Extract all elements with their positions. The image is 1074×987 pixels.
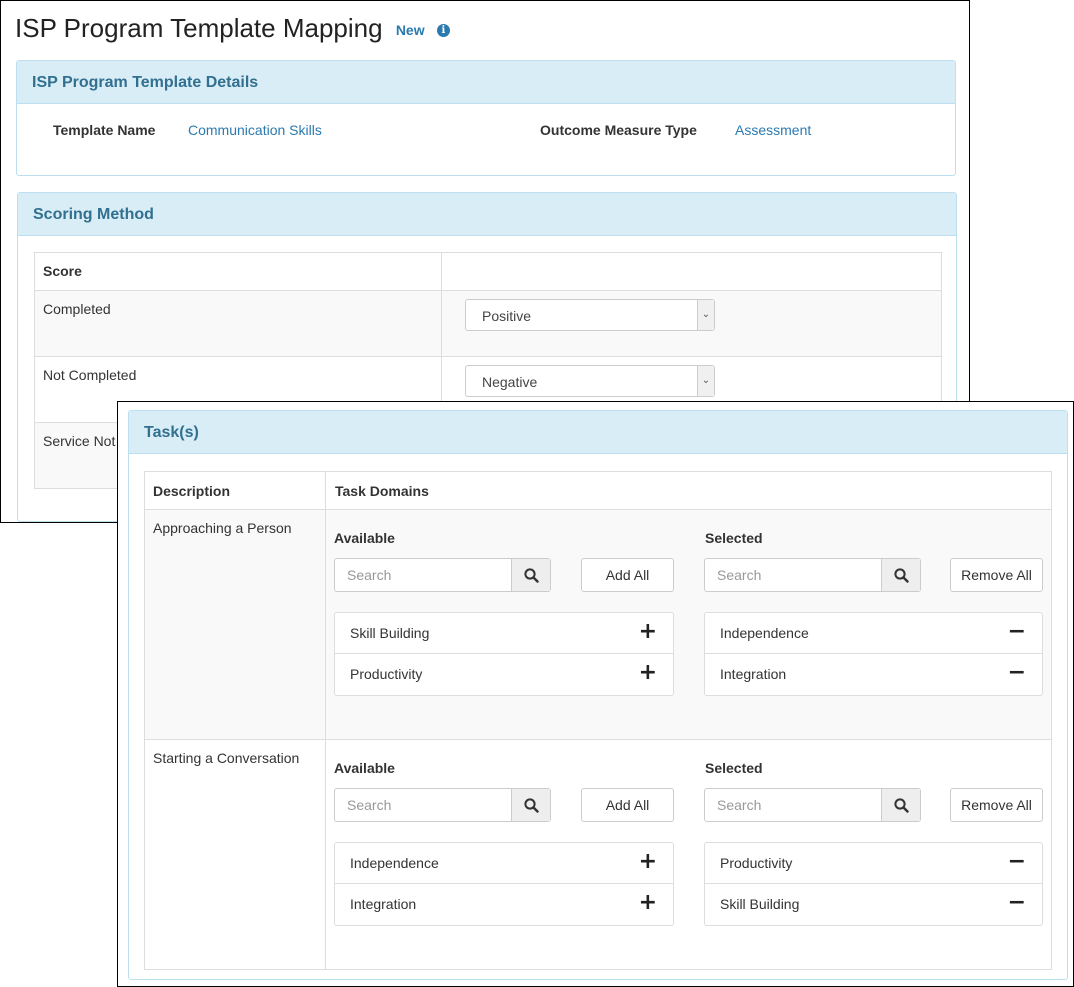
domain-label: Independence	[720, 625, 809, 641]
available-domain-item[interactable]: Skill Building +	[334, 612, 674, 654]
domain-label: Skill Building	[720, 896, 800, 912]
domain-label: Productivity	[350, 666, 423, 682]
new-badge: New	[395, 22, 425, 39]
template-name-value[interactable]: Communication Skills	[188, 122, 322, 138]
minus-icon[interactable]: −	[1008, 661, 1026, 685]
plus-icon[interactable]: +	[639, 661, 657, 685]
chevron-down-icon: ⌄	[697, 366, 714, 396]
task-description: Starting a Conversation	[153, 750, 300, 766]
description-column-header: Description	[153, 483, 231, 499]
selected-search-button[interactable]	[881, 559, 920, 591]
domain-label: Integration	[350, 896, 417, 912]
outcome-measure-type-label: Outcome Measure Type	[540, 122, 697, 138]
tasks-panel: Task(s) Description Task Domains Approac…	[128, 410, 1068, 980]
add-all-button[interactable]: Add All	[581, 788, 674, 822]
available-domain-item[interactable]: Integration +	[334, 884, 674, 926]
available-search-group	[334, 558, 551, 592]
page-title: ISP Program Template Mapping New i	[15, 13, 450, 44]
completed-score-select[interactable]: Positive ⌄	[465, 299, 715, 331]
selected-search-button[interactable]	[881, 789, 920, 821]
tasks-heading: Task(s)	[129, 411, 1067, 454]
domain-label: Independence	[350, 855, 439, 871]
task-domains-column-header: Task Domains	[335, 483, 429, 499]
available-domain-item[interactable]: Independence +	[334, 842, 674, 884]
plus-icon[interactable]: +	[639, 620, 657, 644]
domain-label: Integration	[720, 666, 787, 682]
minus-icon[interactable]: −	[1008, 891, 1026, 915]
score-row-select-cell: Positive ⌄	[441, 290, 942, 357]
table-row: Starting a Conversation Available Add Al…	[145, 739, 1051, 970]
not-completed-score-select[interactable]: Negative ⌄	[465, 365, 715, 397]
available-label: Available	[334, 760, 395, 776]
remove-all-button[interactable]: Remove All	[950, 788, 1043, 822]
remove-all-button[interactable]: Remove All	[950, 558, 1043, 592]
selected-domain-item[interactable]: Integration −	[704, 654, 1043, 696]
add-all-button[interactable]: Add All	[581, 558, 674, 592]
table-row: Completed Positive ⌄	[34, 290, 942, 357]
column-divider	[325, 510, 326, 740]
selected-domain-item[interactable]: Skill Building −	[704, 884, 1043, 926]
domain-label: Skill Building	[350, 625, 430, 641]
selected-search-input[interactable]	[705, 789, 881, 821]
scoring-header-row: Score	[34, 252, 942, 291]
search-icon	[894, 568, 909, 583]
tasks-table: Description Task Domains Approaching a P…	[144, 471, 1052, 970]
selected-search-group	[704, 788, 921, 822]
outcome-measure-type-value[interactable]: Assessment	[735, 122, 811, 138]
available-search-input[interactable]	[335, 789, 511, 821]
task-description: Approaching a Person	[153, 520, 292, 536]
domain-label: Productivity	[720, 855, 793, 871]
available-label: Available	[334, 530, 395, 546]
chevron-down-icon: ⌄	[697, 300, 714, 330]
search-icon	[524, 568, 539, 583]
selected-search-input[interactable]	[705, 559, 881, 591]
info-circle-icon[interactable]: i	[436, 23, 450, 37]
select-value: Positive	[482, 308, 532, 324]
score-row-label: Completed	[34, 290, 442, 357]
tasks-window: Task(s) Description Task Domains Approac…	[117, 401, 1074, 987]
page-title-text: ISP Program Template Mapping	[15, 13, 383, 43]
score-value-column-header	[441, 252, 942, 291]
column-divider	[325, 740, 326, 970]
scoring-method-heading: Scoring Method	[18, 193, 956, 236]
available-search-button[interactable]	[511, 789, 550, 821]
minus-icon[interactable]: −	[1008, 620, 1026, 644]
table-row: Approaching a Person Available Add All S…	[145, 509, 1051, 740]
selected-domain-item[interactable]: Productivity −	[704, 842, 1043, 884]
selected-search-group	[704, 558, 921, 592]
template-details-heading: ISP Program Template Details	[17, 61, 955, 104]
selected-domain-item[interactable]: Independence −	[704, 612, 1043, 654]
template-details-panel: ISP Program Template Details Template Na…	[16, 60, 956, 176]
available-search-input[interactable]	[335, 559, 511, 591]
selected-label: Selected	[705, 530, 763, 546]
available-domain-item[interactable]: Productivity +	[334, 654, 674, 696]
select-value: Negative	[482, 374, 538, 390]
score-column-header: Score	[34, 252, 442, 291]
available-search-button[interactable]	[511, 559, 550, 591]
available-search-group	[334, 788, 551, 822]
plus-icon[interactable]: +	[639, 850, 657, 874]
template-name-label: Template Name	[53, 122, 156, 138]
plus-icon[interactable]: +	[639, 891, 657, 915]
minus-icon[interactable]: −	[1008, 850, 1026, 874]
search-icon	[894, 798, 909, 813]
selected-label: Selected	[705, 760, 763, 776]
search-icon	[524, 798, 539, 813]
